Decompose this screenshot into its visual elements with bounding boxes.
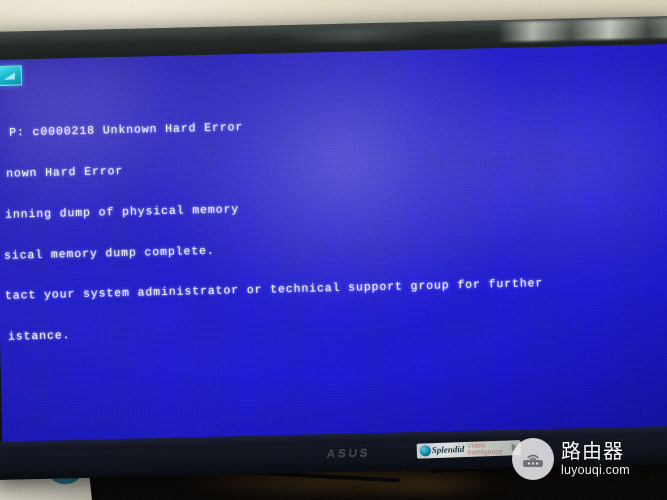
globe-icon (419, 445, 431, 457)
asus-brand-logo: ASUS (326, 445, 371, 460)
bsod-line: istance. (7, 329, 71, 344)
monitor-screen: P: c0000218 Unknown Hard Error nown Hard… (0, 43, 667, 442)
bsod-line: sical memory dump complete. (3, 244, 215, 263)
splendid-label: Splendid (431, 444, 465, 456)
bsod-line: nown Hard Error (6, 164, 124, 181)
desk-warm-reflection-secondary (330, 468, 530, 500)
bsod-line: P: c0000218 Unknown Hard Error (9, 121, 244, 140)
bsod-line: tact your system administrator or techni… (4, 277, 544, 304)
watermark-domain: luyouqi.com (561, 463, 630, 478)
bsod-message: P: c0000218 Unknown Hard Error nown Hard… (0, 84, 667, 372)
asus-monitor: P: c0000218 Unknown Hard Error nown Hard… (0, 15, 667, 481)
bsod-line: inning dump of physical memory (4, 202, 240, 222)
watermark: 路由器 luyouqi.com (512, 438, 630, 480)
watermark-text: 路由器 luyouqi.com (561, 441, 630, 477)
watermark-chinese: 路由器 (561, 439, 624, 464)
photograph-of-monitor: P: c0000218 Unknown Hard Error nown Hard… (0, 0, 667, 500)
top-bezel-glare-right (498, 17, 667, 43)
router-icon (512, 438, 554, 480)
cyan-indicator-icon (0, 65, 23, 86)
